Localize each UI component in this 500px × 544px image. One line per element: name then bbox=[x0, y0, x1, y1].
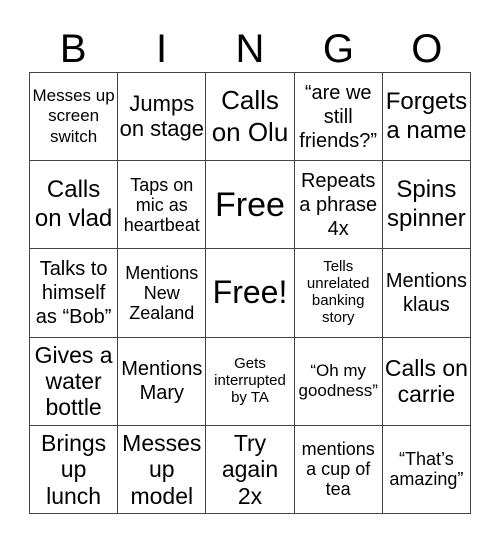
bingo-cell[interactable]: Gets interrupted by TA bbox=[206, 337, 295, 426]
bingo-cell[interactable]: Mentions Mary bbox=[118, 337, 207, 426]
bingo-cell[interactable]: mentions a cup of tea bbox=[294, 425, 383, 514]
bingo-cell[interactable]: Try again 2x bbox=[206, 425, 295, 514]
header-letter-o: O bbox=[411, 27, 443, 71]
header-letter-i: I bbox=[156, 27, 168, 71]
header-letter-b: B bbox=[59, 27, 87, 71]
bingo-cell[interactable]: Repeats a phrase 4x bbox=[294, 161, 383, 250]
bingo-cell[interactable]: Mentions klaus bbox=[382, 249, 471, 338]
bingo-cell[interactable]: Calls on carrie bbox=[382, 337, 471, 426]
bingo-cell[interactable]: Mentions New Zealand bbox=[118, 249, 207, 338]
bingo-cell[interactable]: Calls on Olu bbox=[206, 73, 295, 162]
bingo-cell[interactable]: Tells unrelated banking story bbox=[294, 249, 383, 338]
bingo-cell[interactable]: “Oh my goodness” bbox=[294, 337, 383, 426]
bingo-cell[interactable]: “are we still friends?” bbox=[294, 73, 383, 162]
bingo-cell[interactable]: Calls on vlad bbox=[30, 161, 119, 250]
bingo-cell[interactable]: Forgets a name bbox=[382, 73, 471, 162]
bingo-cell[interactable]: Talks to himself as “Bob” bbox=[30, 249, 119, 338]
bingo-cell[interactable]: Jumps on stage bbox=[118, 73, 207, 162]
header-letter-g: G bbox=[322, 27, 354, 71]
bingo-cell[interactable]: Taps on mic as heartbeat bbox=[118, 161, 207, 250]
bingo-cell[interactable]: Messes up model bbox=[118, 425, 207, 514]
bingo-cell[interactable]: “That’s amazing” bbox=[382, 425, 471, 514]
bingo-free-space[interactable]: Free bbox=[206, 161, 295, 250]
bingo-card-grid: Messes up screen switch Jumps on stage C… bbox=[29, 72, 471, 514]
header-letter-n: N bbox=[235, 27, 265, 71]
bingo-cell[interactable]: Spins spinner bbox=[382, 161, 471, 250]
bingo-free-space[interactable]: Free! bbox=[206, 249, 295, 338]
bingo-cell[interactable]: Gives a water bottle bbox=[30, 337, 119, 426]
bingo-cell[interactable]: Brings up lunch bbox=[30, 425, 119, 514]
bingo-cell[interactable]: Messes up screen switch bbox=[30, 73, 119, 162]
bingo-header: B I N G O bbox=[29, 20, 471, 72]
